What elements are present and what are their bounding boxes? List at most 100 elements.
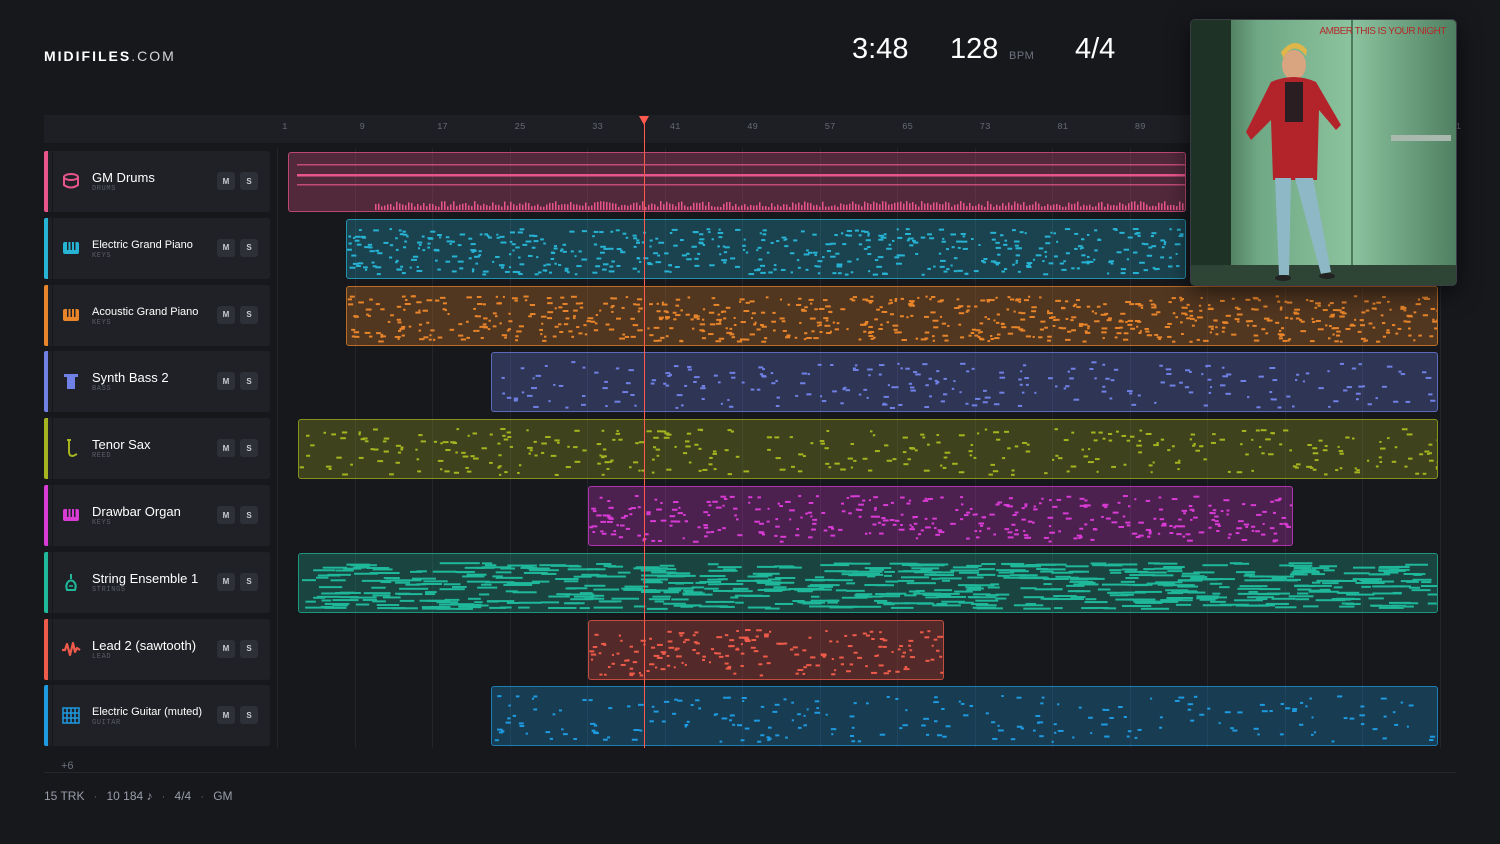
track-count: 15 TRK [44, 789, 85, 803]
time-signature: 4/4 [1075, 33, 1116, 65]
brand-tld: .COM [131, 48, 176, 64]
album-photo [1191, 20, 1456, 285]
ruler-tick-label: 49 [747, 122, 758, 132]
mute-button[interactable]: M [217, 172, 235, 190]
wave-icon [60, 638, 82, 660]
track-header[interactable]: Drawbar Organ KEYS M S [44, 485, 270, 546]
ruler-tick-label: 81 [1057, 122, 1068, 132]
solo-button[interactable]: S [240, 572, 258, 591]
piano-icon [60, 304, 82, 326]
track-name[interactable]: String Ensemble 1 [92, 571, 198, 586]
track-divider [52, 485, 53, 546]
footer-signature: 4/4 [174, 789, 192, 803]
tempo-unit: BPM [1009, 50, 1035, 62]
solo-button[interactable]: S [240, 639, 258, 658]
mute-button[interactable]: M [217, 706, 235, 725]
playhead-line[interactable] [643, 122, 645, 748]
solo-button[interactable]: S [240, 172, 258, 190]
track-name[interactable]: Electric Guitar (muted) [92, 706, 202, 718]
mute-button[interactable]: M [217, 506, 235, 524]
track-name[interactable]: Tenor Sax [92, 437, 151, 452]
midi-clip[interactable] [346, 285, 1439, 346]
ruler-tick-label: 9 [359, 122, 365, 132]
track-category: STRINGS [92, 585, 126, 594]
track-name[interactable]: Synth Bass 2 [92, 370, 169, 385]
mute-button[interactable]: M [217, 372, 235, 391]
track-divider [52, 284, 53, 346]
midi-clip[interactable] [588, 486, 1293, 546]
clip-notes [495, 695, 1436, 744]
track-name[interactable]: GM Drums [92, 170, 155, 185]
mute-button[interactable]: M [217, 238, 235, 257]
ruler-tick-label: 17 [437, 122, 448, 132]
ruler-tick-label: 57 [824, 122, 836, 132]
solo-button[interactable]: S [240, 439, 258, 458]
track-category: LEAD [92, 652, 112, 661]
track-name[interactable]: Acoustic Grand Piano [92, 306, 198, 318]
solo-button[interactable]: S [240, 506, 258, 524]
organ-icon [60, 504, 82, 526]
track-header[interactable]: Lead 2 (sawtooth) LEAD M S [44, 618, 270, 680]
playhead-handle[interactable] [638, 116, 649, 125]
track-divider [52, 351, 53, 413]
solo-button[interactable]: S [240, 305, 258, 324]
track-color-bar [44, 485, 48, 546]
track-category: KEYS [92, 251, 112, 260]
track-color-bar [44, 351, 48, 413]
track-color-bar [44, 618, 48, 680]
clip-notes [347, 227, 1184, 276]
mute-button[interactable]: M [217, 572, 235, 591]
clip-notes [297, 164, 1186, 210]
solo-button[interactable]: S [240, 706, 258, 725]
track-divider [52, 551, 53, 613]
track-category: DRUMS [92, 185, 117, 193]
midi-clip[interactable] [297, 552, 1439, 613]
brand-logo[interactable]: MIDIFILES.COM [44, 48, 176, 64]
track-color-bar [44, 284, 48, 346]
midi-clip[interactable] [297, 419, 1439, 480]
ruler-tick-label: 33 [592, 122, 603, 132]
track-header[interactable]: Electric Guitar (muted) GUITAR M S [44, 685, 270, 747]
track-color-bar [44, 418, 48, 480]
mute-button[interactable]: M [217, 305, 235, 324]
note-count: 10 184 ♪ [106, 789, 153, 803]
album-title: AMBER THIS IS YOUR NIGHT [1319, 26, 1446, 37]
track-name[interactable]: Drawbar Organ [92, 504, 181, 519]
tempo-value: 128 [950, 33, 999, 65]
track-category: KEYS [92, 519, 112, 527]
track-divider [52, 217, 53, 279]
track-header[interactable]: Synth Bass 2 BASS M S [44, 351, 270, 413]
sax-icon [60, 437, 82, 459]
ruler-tick-label: 25 [514, 122, 526, 132]
mute-button[interactable]: M [217, 639, 235, 658]
midi-clip[interactable] [491, 686, 1439, 747]
clip-notes [347, 294, 1438, 343]
track-divider [52, 151, 53, 212]
clip-notes [589, 495, 1292, 543]
track-header[interactable]: GM Drums DRUMS M S [44, 151, 270, 212]
song-duration: 3:48 [852, 33, 909, 65]
track-category: BASS [92, 385, 112, 394]
midi-clip[interactable] [588, 619, 944, 680]
track-header[interactable]: String Ensemble 1 STRINGS M S [44, 551, 270, 613]
track-name[interactable]: Electric Grand Piano [92, 239, 193, 251]
track-name[interactable]: Lead 2 (sawtooth) [92, 638, 196, 653]
footer-divider [44, 772, 1456, 773]
more-tracks-count[interactable]: +6 [61, 760, 74, 772]
ruler-tick-label: 41 [669, 122, 681, 132]
track-category: REED [92, 452, 112, 461]
piano-icon [60, 237, 82, 259]
mute-button[interactable]: M [217, 439, 235, 458]
track-header[interactable]: Electric Grand Piano KEYS M S [44, 217, 270, 279]
midi-clip[interactable] [288, 152, 1187, 212]
track-category: KEYS [92, 318, 112, 327]
ruler-tick-label: 73 [979, 122, 991, 132]
midi-clip[interactable] [346, 218, 1187, 279]
clip-notes [299, 428, 1438, 477]
track-header[interactable]: Tenor Sax REED M S [44, 418, 270, 480]
solo-button[interactable]: S [240, 238, 258, 257]
track-header[interactable]: Acoustic Grand Piano KEYS M S [44, 284, 270, 346]
ruler-tick-label: 89 [1134, 122, 1146, 132]
midi-clip[interactable] [491, 352, 1439, 413]
solo-button[interactable]: S [240, 372, 258, 391]
